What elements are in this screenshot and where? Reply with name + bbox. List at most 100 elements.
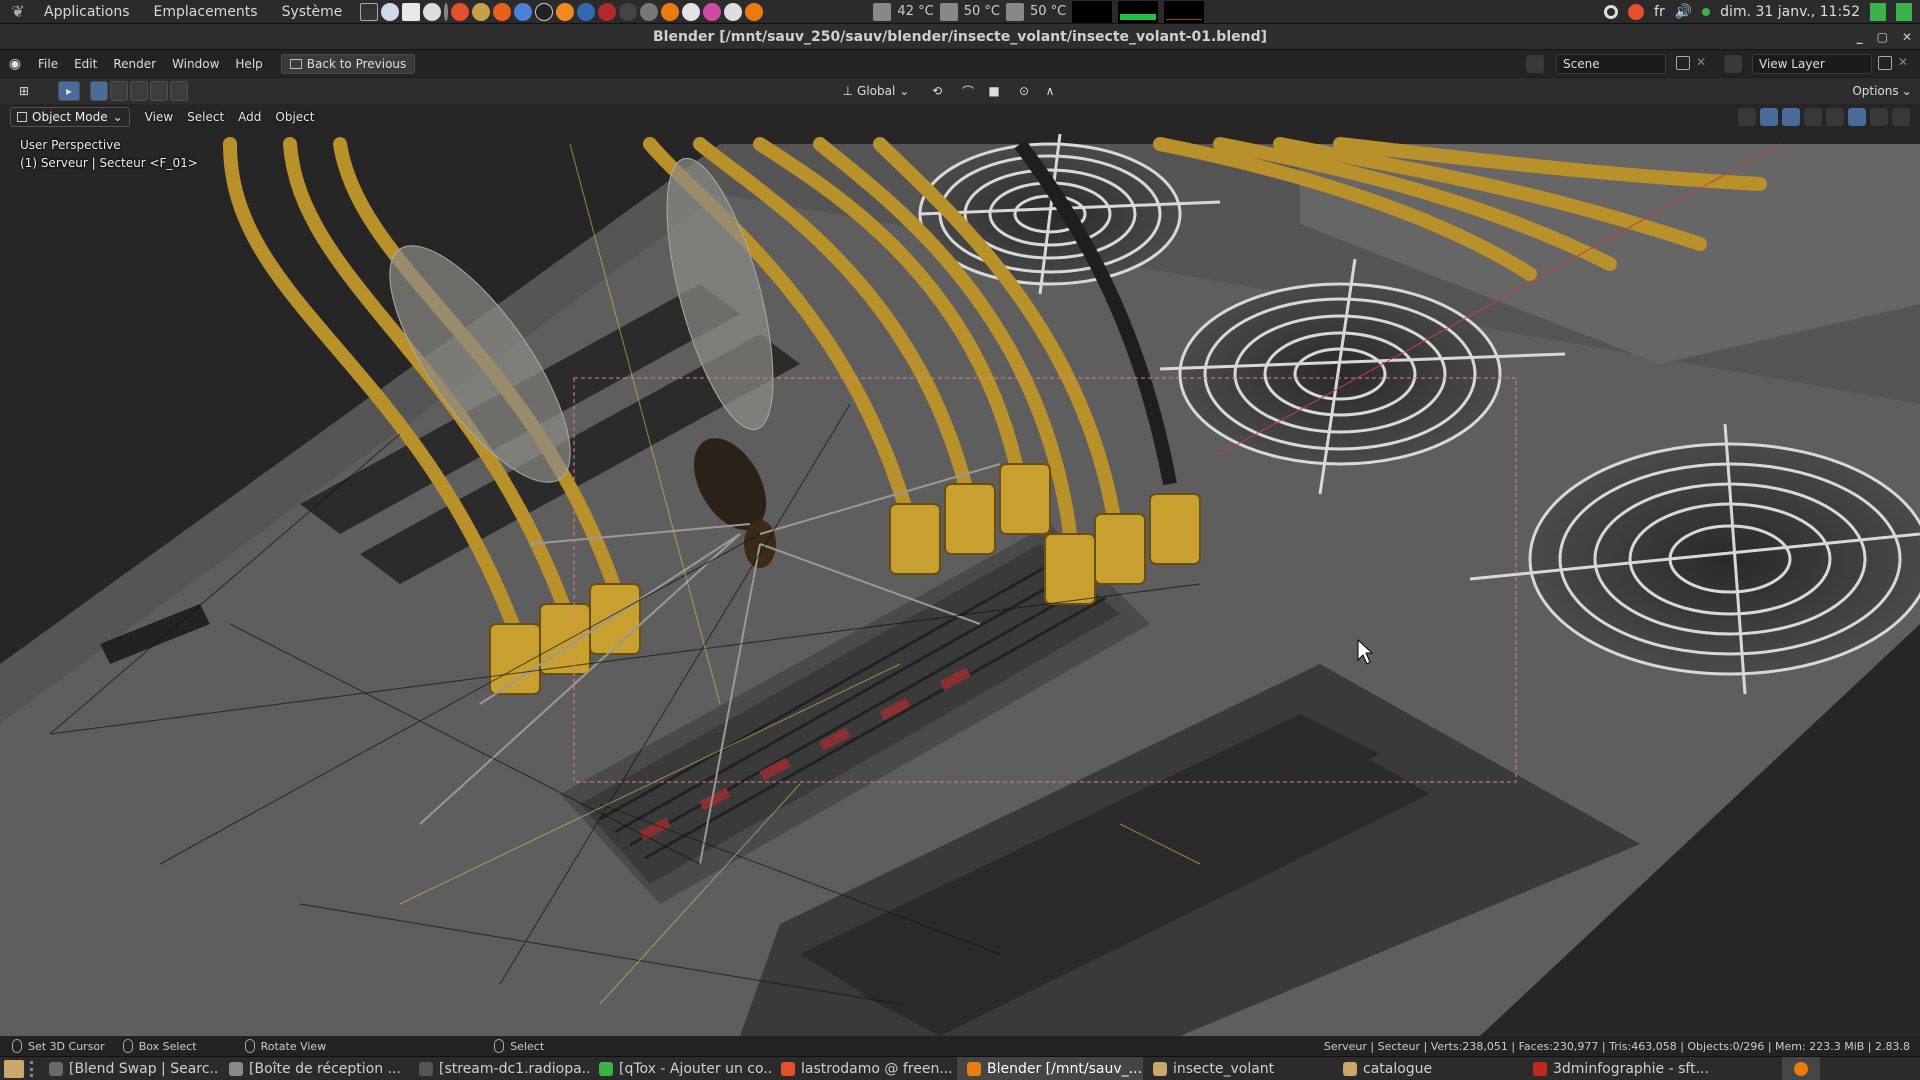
proportional-falloff-dropdown[interactable]: ∧ (1036, 81, 1064, 101)
status-set-3d-cursor-label: Set 3D Cursor (28, 1039, 105, 1053)
camera-launcher-icon[interactable] (423, 2, 442, 21)
select-invert-mode-icon[interactable] (150, 81, 168, 101)
maximize-button[interactable]: ▢ (1877, 24, 1888, 50)
transform-orientation-dropdown[interactable]: ⊥ Global ⌄ (838, 81, 914, 101)
back-to-previous-button[interactable]: Back to Previous (280, 54, 416, 74)
menu-systeme[interactable]: Système (270, 0, 355, 24)
select-box-mode-icon[interactable] (90, 81, 108, 101)
3d-viewport[interactable]: Object Mode ⌄ View Select Add Object Use… (0, 104, 1920, 1036)
remove-scene-icon[interactable]: ✕ (1696, 55, 1706, 69)
network-status-icon[interactable] (1702, 7, 1711, 16)
xchat-launcher-icon[interactable] (451, 2, 470, 21)
cpu-load-graph (1072, 0, 1113, 23)
select-tool-button[interactable]: ▸ (58, 81, 80, 101)
snap-toggle[interactable]: ⌒ (958, 81, 978, 101)
scene-name-field[interactable]: Scene (1556, 54, 1666, 74)
window-titlebar[interactable]: Blender [/mnt/sauv_250/sauv/blender/inse… (0, 24, 1920, 50)
clock[interactable]: dim. 31 janv., 11:52 (1720, 4, 1860, 20)
task-label: [qTox - Ajouter un co... (619, 1060, 771, 1077)
xchat-tray-icon[interactable] (1628, 3, 1645, 20)
taskbar-task-6[interactable]: insecte_volant (1143, 1057, 1333, 1080)
gizmo-toggle-icon[interactable] (1760, 108, 1778, 126)
notes-launcher-icon[interactable] (402, 2, 421, 21)
krita-launcher-icon[interactable] (619, 2, 638, 21)
user-switch-icon[interactable] (1896, 2, 1912, 21)
select-intersect-mode-icon[interactable] (170, 81, 188, 101)
view-layer-icon[interactable] (1724, 55, 1742, 73)
taskbar-task-2[interactable]: [stream-dc1.radiopa... (409, 1057, 589, 1080)
volume-icon[interactable]: 🔊 (1675, 4, 1692, 20)
options-dropdown[interactable]: Options ⌄ (1852, 81, 1912, 101)
wifi-launcher-icon[interactable] (640, 2, 659, 21)
blender-tray-icon[interactable] (1782, 1056, 1820, 1080)
firefox-launcher-icon[interactable] (493, 2, 512, 21)
taskbar-task-7[interactable]: catalogue (1333, 1057, 1523, 1080)
menu-edit[interactable]: Edit (66, 57, 105, 71)
viewport-menu-select[interactable]: Select (180, 110, 231, 124)
viewport-menu-view[interactable]: View (138, 110, 180, 124)
filezilla-launcher-icon[interactable] (598, 2, 617, 21)
select-subtract-mode-icon[interactable] (130, 81, 148, 101)
3d-scene-render[interactable] (0, 104, 1920, 1036)
select-extend-mode-icon[interactable] (110, 81, 128, 101)
menu-emplacements[interactable]: Emplacements (142, 0, 270, 24)
taskbar-task-8[interactable]: 3dminfographie - sft... (1523, 1057, 1713, 1080)
rendered-shading-icon[interactable] (1892, 108, 1910, 126)
taskbar-task-0[interactable]: [Blend Swap | Searc... (39, 1057, 219, 1080)
menu-render[interactable]: Render (105, 57, 164, 71)
status-select-label: Select (510, 1039, 545, 1053)
snap-target-dropdown[interactable]: ■ (980, 81, 1008, 101)
proportional-edit-toggle[interactable]: ⊙ (1014, 81, 1034, 101)
inkscape-launcher-icon[interactable] (535, 2, 554, 21)
task-label: [Boîte de réception ... (249, 1060, 401, 1077)
keyboard-layout-indicator[interactable]: fr (1654, 4, 1665, 20)
blender-launcher-icon[interactable] (661, 2, 680, 21)
status-rotate-view-label: Rotate View (260, 1039, 327, 1053)
show-desktop-icon[interactable] (4, 1059, 24, 1078)
menu-help[interactable]: Help (227, 57, 270, 71)
gnome-foot-icon[interactable]: ❦ (8, 2, 28, 22)
cpu-temp-icon (873, 2, 892, 21)
menu-applications[interactable]: Applications (32, 0, 142, 24)
object-mode-dropdown[interactable]: Object Mode ⌄ (10, 107, 130, 127)
close-button[interactable]: ✕ (1902, 24, 1912, 50)
pirate-launcher-icon[interactable] (724, 2, 743, 21)
mouse-right-icon (494, 1039, 505, 1053)
blender-logo-icon[interactable]: ◉ (0, 56, 30, 72)
vlc-launcher-icon[interactable] (556, 2, 575, 21)
gimp-launcher-icon[interactable] (472, 2, 491, 21)
menu-file[interactable]: File (30, 57, 66, 71)
blender-alt-launcher-icon[interactable] (745, 2, 764, 21)
record-icon[interactable] (1604, 4, 1619, 19)
taskbar-task-1[interactable]: [Boîte de réception ... (219, 1057, 409, 1080)
taskbar-task-5[interactable]: Blender [/mnt/sauv_... (957, 1056, 1143, 1080)
overlay-toggle-icon[interactable] (1782, 108, 1800, 126)
new-view-layer-icon[interactable] (1878, 56, 1892, 70)
taskbar-task-4[interactable]: lastrodamo @ freen... (771, 1057, 957, 1080)
viewport-menu-object[interactable]: Object (268, 110, 321, 124)
globe-launcher-icon[interactable] (381, 2, 400, 21)
shutdown-icon[interactable] (1870, 2, 1886, 21)
material-shading-icon[interactable] (1870, 108, 1888, 126)
palette-launcher-icon[interactable] (703, 2, 722, 21)
scene-selector-icon[interactable] (1526, 55, 1544, 73)
taskbar: [Blend Swap | Searc... [Boîte de réceptio… (0, 1056, 1920, 1080)
viewport-menu-add[interactable]: Add (231, 110, 268, 124)
new-scene-icon[interactable] (1676, 56, 1690, 70)
wireframe-shading-icon[interactable] (1826, 108, 1844, 126)
object-visibility-icon[interactable] (1738, 108, 1756, 126)
openshot-launcher-icon[interactable] (682, 2, 701, 21)
remove-view-layer-icon[interactable]: ✕ (1898, 55, 1908, 69)
taskbar-task-3[interactable]: [qTox - Ajouter un co... (589, 1057, 771, 1080)
menu-window[interactable]: Window (164, 57, 227, 71)
minimize-button[interactable]: _ (1857, 24, 1863, 50)
chromium-launcher-icon[interactable] (514, 2, 533, 21)
terminal-launcher-icon[interactable] (360, 2, 379, 21)
solid-shading-icon[interactable] (1848, 108, 1866, 126)
editor-type-button[interactable]: ⊞ (10, 81, 38, 101)
xray-toggle-icon[interactable] (1804, 108, 1822, 126)
thunderbird-launcher-icon[interactable] (577, 2, 596, 21)
scene-statistics: Serveur | Secteur | Verts:238,051 | Face… (1323, 1039, 1910, 1053)
view-layer-name-field[interactable]: View Layer (1752, 54, 1872, 74)
pivot-point-dropdown[interactable]: ⟲ (922, 81, 952, 101)
